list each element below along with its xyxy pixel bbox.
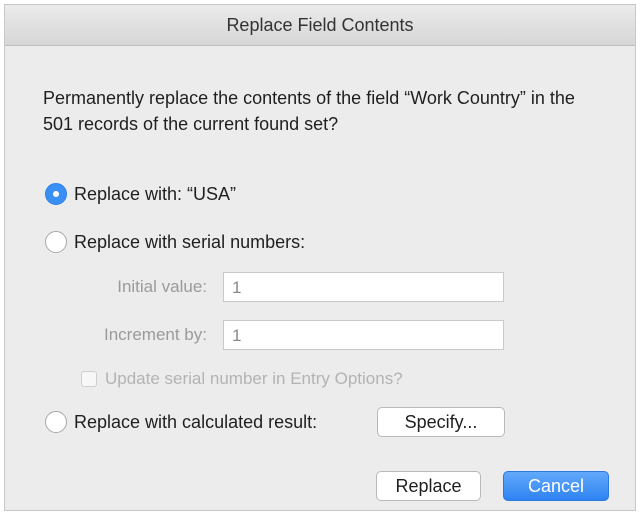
increment-by-field[interactable]: 1: [223, 320, 504, 350]
serial-numbers-radio[interactable]: [45, 231, 67, 253]
update-serial-label: Update serial number in Entry Options?: [105, 369, 403, 388]
calculated-result-option[interactable]: Replace with calculated result:: [45, 409, 317, 435]
increment-by-label: Increment by:: [104, 325, 207, 344]
replace-button[interactable]: Replace: [376, 471, 481, 501]
replace-with-label: Replace with: “USA”: [74, 183, 237, 204]
specify-button[interactable]: Specify...: [377, 407, 505, 437]
calculated-result-label: Replace with calculated result:: [74, 411, 318, 432]
dialog-title: Replace Field Contents: [5, 5, 635, 46]
dialog-message: Permanently replace the contents of the …: [43, 88, 575, 134]
update-serial-option[interactable]: Update serial number in Entry Options?: [81, 367, 403, 391]
replace-field-contents-dialog: Replace Field Contents Permanently repla…: [4, 4, 636, 511]
serial-numbers-label: Replace with serial numbers:: [74, 231, 306, 252]
initial-value-label: Initial value:: [117, 277, 207, 296]
cancel-button[interactable]: Cancel: [503, 471, 609, 501]
calculated-result-radio[interactable]: [45, 411, 67, 433]
replace-with-option[interactable]: Replace with: “USA”: [45, 181, 236, 207]
initial-value-field[interactable]: 1: [223, 272, 504, 302]
serial-numbers-option[interactable]: Replace with serial numbers:: [45, 229, 305, 255]
replace-with-radio[interactable]: [45, 183, 67, 205]
update-serial-checkbox[interactable]: [81, 371, 97, 387]
